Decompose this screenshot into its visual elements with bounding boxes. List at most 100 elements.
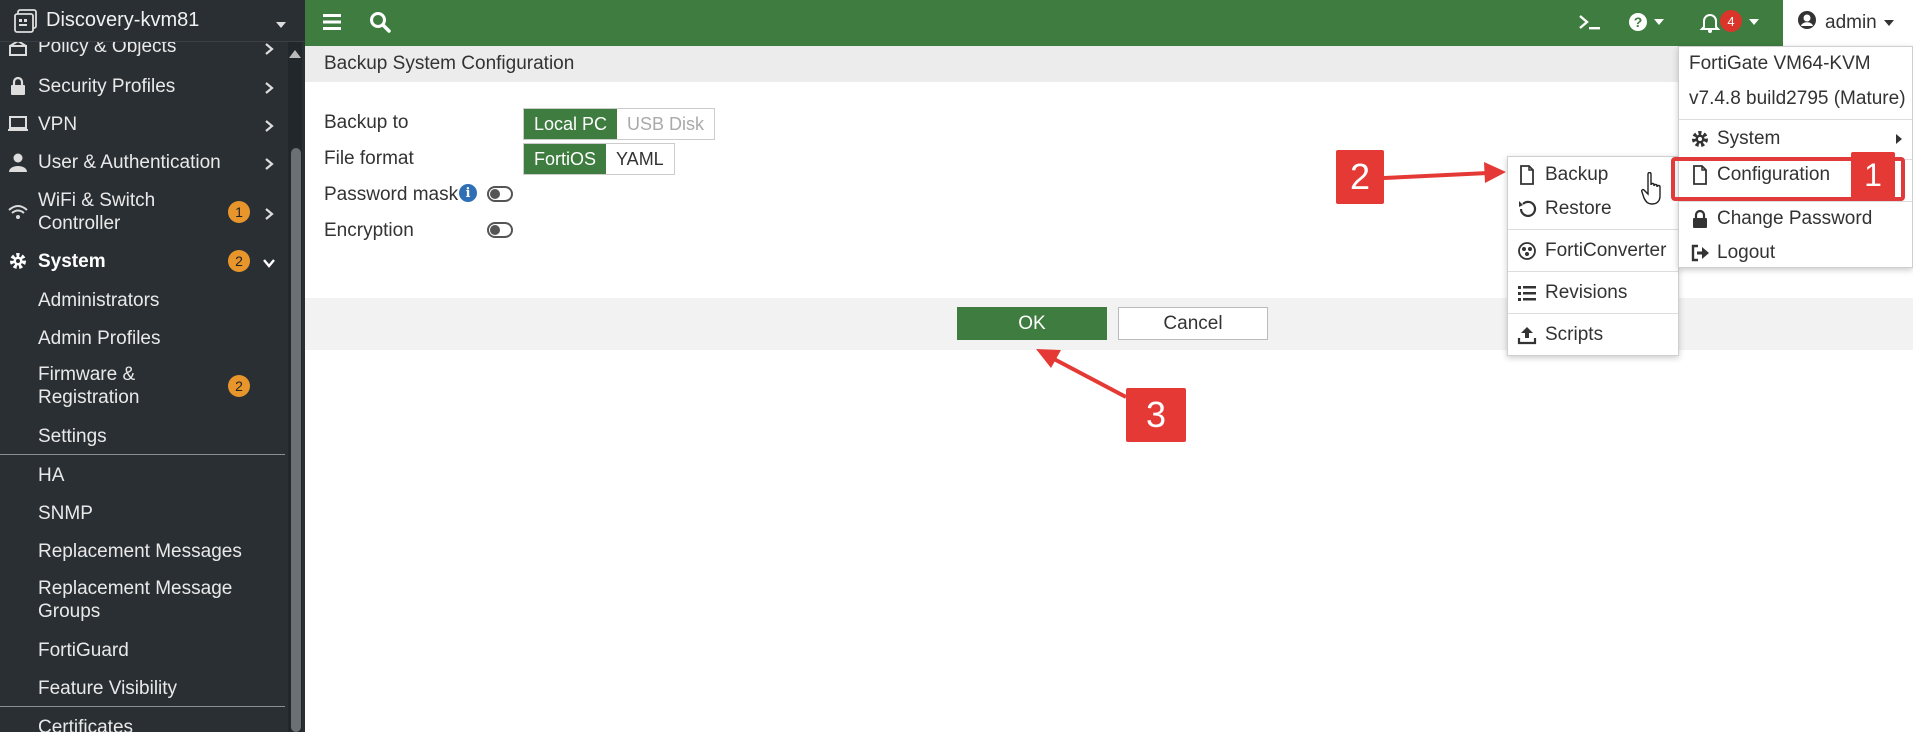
sidebar-item-snmp[interactable]: SNMP — [0, 501, 285, 525]
file-format-yaml-option[interactable]: YAML — [606, 144, 674, 174]
admin-menu-item-label: Change Password — [1717, 208, 1873, 229]
file-format-selector: FortiOS YAML — [523, 143, 675, 175]
sidebar-item-firmware-registration[interactable]: Firmware & Registration 2 — [0, 362, 285, 410]
sidebar-item-replacement-messages[interactable]: Replacement Messages — [0, 539, 285, 563]
firmware-version: v7.4.8 build2795 (Mature) — [1689, 88, 1906, 109]
lock-icon — [1690, 209, 1710, 229]
device-name: Discovery-kvm81 — [46, 9, 200, 31]
submenu-item-forticonverter[interactable]: FortiConverter — [1508, 235, 1678, 267]
submenu-item-label: FortiConverter — [1545, 240, 1667, 261]
admin-menu-item-change-password[interactable]: Change Password — [1679, 203, 1912, 235]
gear-icon — [1690, 129, 1710, 149]
password-mask-toggle[interactable] — [487, 186, 513, 202]
submenu-item-revisions[interactable]: Revisions — [1508, 277, 1678, 309]
gear-icon — [7, 250, 29, 272]
file-icon — [1517, 165, 1537, 185]
sidebar-item-label: Admin Profiles — [38, 327, 161, 349]
file-format-fortios-option[interactable]: FortiOS — [524, 144, 607, 174]
sidebar-item-settings[interactable]: Settings — [0, 424, 285, 448]
step-3-callout: 3 — [1126, 388, 1186, 442]
sidebar-item-ha[interactable]: HA — [0, 463, 285, 487]
admin-username: admin — [1825, 12, 1877, 33]
hamburger-menu-icon[interactable] — [319, 9, 345, 35]
submenu-divider — [1508, 313, 1678, 314]
notification-badge: 2 — [228, 250, 250, 272]
logout-icon — [1690, 243, 1710, 263]
device-model: FortiGate VM64-KVM — [1689, 53, 1871, 74]
sidebar-item-user-authentication[interactable]: User & Authentication — [0, 150, 285, 174]
step-1-callout: 1 — [1851, 152, 1895, 198]
sidebar-item-security-profiles[interactable]: Security Profiles — [0, 74, 285, 98]
scroll-up-arrow-icon[interactable] — [289, 50, 301, 58]
encryption-label: Encryption — [324, 220, 414, 241]
sidebar-item-wifi-switch-controller[interactable]: WiFi & Switch Controller 1 — [0, 188, 285, 236]
submenu-item-label: Restore — [1545, 198, 1612, 219]
file-format-label: File format — [324, 148, 414, 169]
sidebar-item-label: Replacement Message — [38, 578, 233, 599]
device-selector[interactable]: Discovery-kvm81 — [0, 0, 305, 42]
info-icon[interactable]: i — [459, 184, 477, 202]
admin-menu-button[interactable]: admin — [1783, 0, 1913, 46]
sidebar-item-label: System — [38, 250, 106, 272]
sidebar-item-vpn[interactable]: VPN — [0, 112, 285, 136]
backup-to-usb-disk-option[interactable]: USB Disk — [617, 109, 715, 139]
monitor-icon — [7, 113, 29, 135]
backup-to-label: Backup to — [324, 112, 409, 133]
top-bar: ? — [305, 0, 1913, 46]
chevron-right-icon — [262, 79, 276, 94]
device-icon — [14, 8, 40, 33]
step-2-callout: 2 — [1336, 150, 1384, 204]
submenu-divider — [1508, 229, 1678, 230]
list-icon — [1517, 283, 1537, 303]
upload-icon — [1517, 325, 1537, 345]
ok-button[interactable]: OK — [957, 307, 1107, 340]
user-icon — [7, 151, 29, 173]
chevron-down-icon — [262, 254, 276, 268]
svg-text:?: ? — [1634, 14, 1643, 30]
menu-divider — [1679, 119, 1912, 120]
sidebar-item-label: Certificates — [38, 716, 134, 732]
scrollbar-thumb[interactable] — [291, 148, 301, 732]
submenu-item-scripts[interactable]: Scripts — [1508, 319, 1678, 351]
admin-menu-item-logout[interactable]: Logout — [1679, 237, 1912, 269]
sidebar-item-label-line2: Registration — [38, 387, 140, 408]
sidebar-item-label: VPN — [38, 113, 78, 135]
backup-to-local-pc-option[interactable]: Local PC — [524, 109, 618, 139]
restore-icon — [1517, 199, 1537, 219]
lock-icon — [7, 75, 29, 97]
sidebar-item-system[interactable]: System 2 — [0, 249, 285, 273]
sidebar-item-fortiguard[interactable]: FortiGuard — [0, 638, 285, 662]
sidebar-item-replacement-message-groups[interactable]: Replacement Message Groups — [0, 576, 285, 624]
help-icon[interactable]: ? — [1627, 9, 1669, 35]
sidebar-item-label-line2: Groups — [38, 601, 101, 622]
sidebar-item-certificates[interactable]: Certificates — [0, 715, 285, 732]
step-3-arrow — [1036, 349, 1127, 399]
sidebar-divider — [0, 454, 285, 455]
backup-to-selector: Local PC USB Disk — [523, 108, 716, 140]
sidebar-divider — [0, 706, 285, 707]
caret-down-icon[interactable] — [1747, 9, 1761, 35]
sidebar-item-label: Settings — [38, 425, 107, 447]
sidebar-item-label: Administrators — [38, 289, 160, 311]
cli-console-icon[interactable] — [1577, 9, 1603, 35]
user-circle-icon — [1797, 10, 1817, 36]
sidebar-item-administrators[interactable]: Administrators — [0, 288, 285, 312]
chevron-right-icon — [262, 117, 276, 132]
submenu-item-label: Scripts — [1545, 324, 1604, 345]
encryption-toggle[interactable] — [487, 222, 513, 238]
notification-count-badge: 4 — [1720, 10, 1742, 32]
forticonverter-icon — [1517, 241, 1537, 261]
sidebar-item-feature-visibility[interactable]: Feature Visibility — [0, 676, 285, 700]
submenu-item-label: Revisions — [1545, 282, 1628, 303]
search-icon[interactable] — [367, 9, 393, 35]
admin-menu-item-system[interactable]: System — [1679, 123, 1912, 155]
chevron-right-icon — [262, 205, 276, 220]
sidebar-item-admin-profiles[interactable]: Admin Profiles — [0, 326, 285, 350]
cancel-button[interactable]: Cancel — [1118, 307, 1268, 340]
sidebar-item-label: Security Profiles — [38, 75, 176, 97]
notification-badge: 1 — [228, 201, 250, 223]
notification-badge: 2 — [228, 375, 250, 397]
password-mask-label: Password mask — [324, 184, 459, 205]
sidebar-item-label: User & Authentication — [38, 151, 221, 173]
submenu-divider — [1508, 271, 1678, 272]
